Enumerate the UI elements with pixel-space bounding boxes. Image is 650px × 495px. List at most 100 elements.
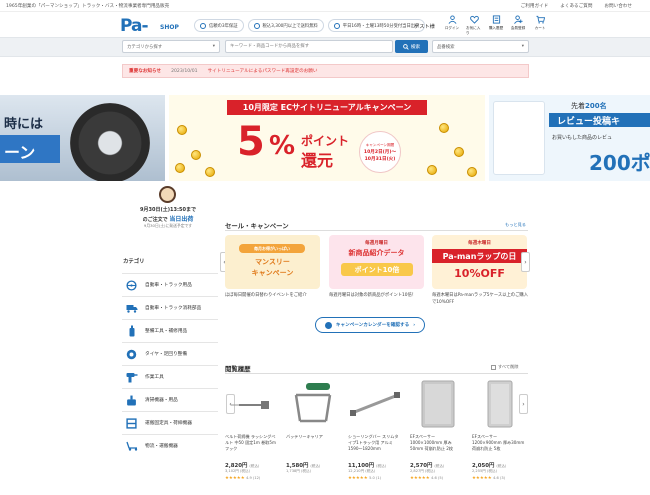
register-button[interactable]: 会員登録: [510, 15, 526, 36]
category-title: カテゴリ: [123, 259, 145, 265]
product-price: 2,570円 (税込): [410, 463, 445, 469]
history-section-title: 閲覧履歴: [225, 365, 251, 373]
pill-label: 税込3,300円以上で送料無料: [262, 23, 318, 29]
part-number-select[interactable]: 品番検索 ▾: [432, 40, 529, 53]
part-number-select-value: 品番検索: [437, 44, 455, 50]
campaign-ribbon: 10月限定 ECサイトリニューアルキャンペーン: [227, 100, 427, 115]
review-card-image: [493, 101, 545, 175]
see-more-link[interactable]: もっと見る: [505, 222, 526, 228]
carousel-next-button[interactable]: ›: [521, 252, 530, 272]
history-delete-all[interactable]: すべて削除: [491, 364, 518, 370]
banner-campaign[interactable]: 10月限定 ECサイトリニューアルキャンペーン 5 % ポイント 還元 キャンペ…: [169, 95, 485, 181]
review-sub: お買いもした商品のレビュ: [552, 135, 613, 141]
product-price-sub: 12,210円 (税込): [348, 469, 376, 473]
search-button[interactable]: 検索: [395, 40, 428, 53]
login-button[interactable]: ログイン: [444, 15, 460, 36]
history-icon: [492, 15, 500, 24]
card-title: マンスリー: [255, 258, 290, 266]
product-card[interactable]: ショーリングバー スリムタイプ1トラック用 アルミ 1590～1820mm 11…: [348, 377, 402, 481]
free-shipping-pill[interactable]: 税込3,300円以上で送料無料: [247, 19, 324, 32]
cargo-icon: [125, 417, 138, 430]
chevron-down-icon: ▾: [521, 44, 524, 49]
banner-tire-chain[interactable]: 時には ーン: [0, 95, 165, 181]
product-rating: ★★★★★ 4.6 (3): [472, 476, 506, 481]
campaign-kangen: 還元: [301, 151, 334, 170]
product-image: [472, 377, 526, 431]
product-name: バッテリーキャリア: [286, 434, 323, 439]
category-item[interactable]: 物流・運搬機器: [122, 434, 218, 457]
guest-label: ゲスト様: [414, 24, 435, 30]
guide-link[interactable]: ご利用ガイド: [521, 3, 549, 9]
product-image: [286, 377, 340, 431]
important-notice[interactable]: 重要なお知らせ 2023/10/01 サイトリニューアルによるパスワード再設定の…: [122, 64, 529, 78]
site-tagline: 1965年創業の「パーマンショップ」トラック・バス・物流事業者専門用品販売: [6, 4, 170, 9]
category-list: 自動車・トラック用品 自動車・トラック消耗部品 整備工具・補修用品 タイヤ・足回…: [122, 273, 218, 457]
period-start: 10月2日(月)～: [363, 149, 397, 155]
drill-icon: [125, 371, 138, 384]
product-card[interactable]: ベルト荷締機 ラッシングベルト 中50 固定1m 巻取5mフック 2,820円 …: [225, 377, 279, 481]
card-highlight: 10%OFF: [454, 267, 505, 280]
review-ribbon: レビュー投稿キ: [549, 113, 650, 127]
product-name: ベルト荷締機 ラッシングベルト 中50 固定1m 巻取5mフック: [225, 434, 276, 452]
campaign-calendar-button[interactable]: キャンペーンカレンダーを確認する ›: [315, 317, 425, 333]
nav-label: 購入履歴: [488, 26, 504, 30]
product-card[interactable]: EFスペーサー 1200×900mm 厚み30mm 荷崩れ防止 5枚 2,050…: [472, 377, 526, 481]
divider: [225, 230, 528, 231]
shipping-date: 9月30日(土)に発送予定です: [143, 223, 193, 228]
campaign-card-wrap-day[interactable]: 毎週木曜日 Pa-manラップの日 10%OFF: [432, 235, 527, 289]
calendar-icon: [324, 321, 332, 329]
cart-icon: [535, 15, 545, 24]
pill-label: 平日16時・土曜13時50分受付当日出荷: [342, 23, 420, 29]
clock-icon: [333, 22, 340, 29]
product-image: [348, 377, 402, 431]
site-logo[interactable]: Pa-man SHOP: [120, 14, 184, 56]
heart-icon: [469, 15, 479, 24]
category-item[interactable]: 自動車・トラック消耗部品: [122, 296, 218, 319]
product-rating: ★★★★★ 4.9 (12): [225, 476, 261, 481]
category-label: 物流・運搬機器: [145, 444, 178, 449]
review-points: 200ポ: [589, 151, 650, 175]
product-price: 2,820円 (税込): [225, 463, 260, 469]
category-label: タイヤ・足回り整備: [145, 352, 188, 357]
category-item[interactable]: 整備工具・補修用品: [122, 319, 218, 342]
banner-review[interactable]: 先着200名 レビュー投稿キ お買いもした商品のレビュ 200ポ: [489, 95, 650, 181]
shipping-deadline: 9月30日(土)13:50まで: [140, 207, 196, 213]
card-highlight: ポイント10倍: [341, 263, 413, 276]
campaign-card-monthly[interactable]: 毎月お得がいっぱい マンスリー キャンペーン: [225, 235, 320, 289]
warranty-pill[interactable]: 信頼の3年保証: [194, 19, 244, 32]
product-price: 1,580円 (税込): [286, 463, 321, 469]
product-card[interactable]: EFスペーサー 1000×1000mm 厚み50mm 荷崩れ防止 2枚 2,57…: [410, 377, 464, 481]
period-label: キャンペーン期間: [365, 142, 395, 147]
delete-label: すべて削除: [498, 364, 519, 369]
contact-link[interactable]: お問い合わせ: [604, 3, 632, 9]
product-card[interactable]: バッテリーキャリア 1,580円 (税込) 1,738円 (税込): [286, 377, 340, 474]
card-description: ほぼ毎日開催の日替わりイベントをご紹介: [225, 293, 307, 298]
tire-image: [70, 103, 150, 181]
card-tag: 毎週月曜日: [365, 241, 388, 246]
tire-icon: [125, 348, 138, 361]
product-image: [410, 377, 464, 431]
cart-button[interactable]: カート: [532, 15, 548, 36]
campaign-percent: %: [269, 131, 296, 161]
shipping-message: のご注文で 当日出荷: [142, 216, 194, 223]
favorites-button[interactable]: お気に入り: [466, 15, 482, 36]
card-title: 新商品紹介データ: [348, 249, 405, 257]
faq-link[interactable]: よくあるご質問: [560, 3, 592, 9]
product-name: ショーリングバー スリムタイプ1トラック用 アルミ 1590～1820mm: [348, 434, 399, 452]
category-item[interactable]: 清掃機器・用品: [122, 388, 218, 411]
pallet-truck-icon: [125, 440, 138, 453]
notice-link[interactable]: サイトリニューアルによるパスワード再設定のお願い: [208, 68, 318, 74]
steering-wheel-icon: [125, 279, 138, 292]
category-item[interactable]: タイヤ・足回り整備: [122, 342, 218, 365]
category-item[interactable]: 作業工具: [122, 365, 218, 388]
history-button[interactable]: 購入履歴: [488, 15, 504, 36]
truck-icon: [253, 22, 260, 29]
category-item[interactable]: 自動車・トラック用品: [122, 273, 218, 296]
category-select[interactable]: カテゴリから探す ▾: [122, 40, 220, 53]
category-item[interactable]: 運搬固定具・荷締機器: [122, 411, 218, 434]
product-rating: ★★★★★ 4.6 (5): [410, 476, 444, 481]
campaign-card-new-products[interactable]: 毎週月曜日 新商品紹介データ ポイント10倍: [329, 235, 424, 289]
search-button-label: 検索: [410, 44, 421, 50]
same-day-pill[interactable]: 平日16時・土曜13時50分受付当日出荷: [327, 19, 426, 32]
search-input[interactable]: [225, 40, 393, 53]
